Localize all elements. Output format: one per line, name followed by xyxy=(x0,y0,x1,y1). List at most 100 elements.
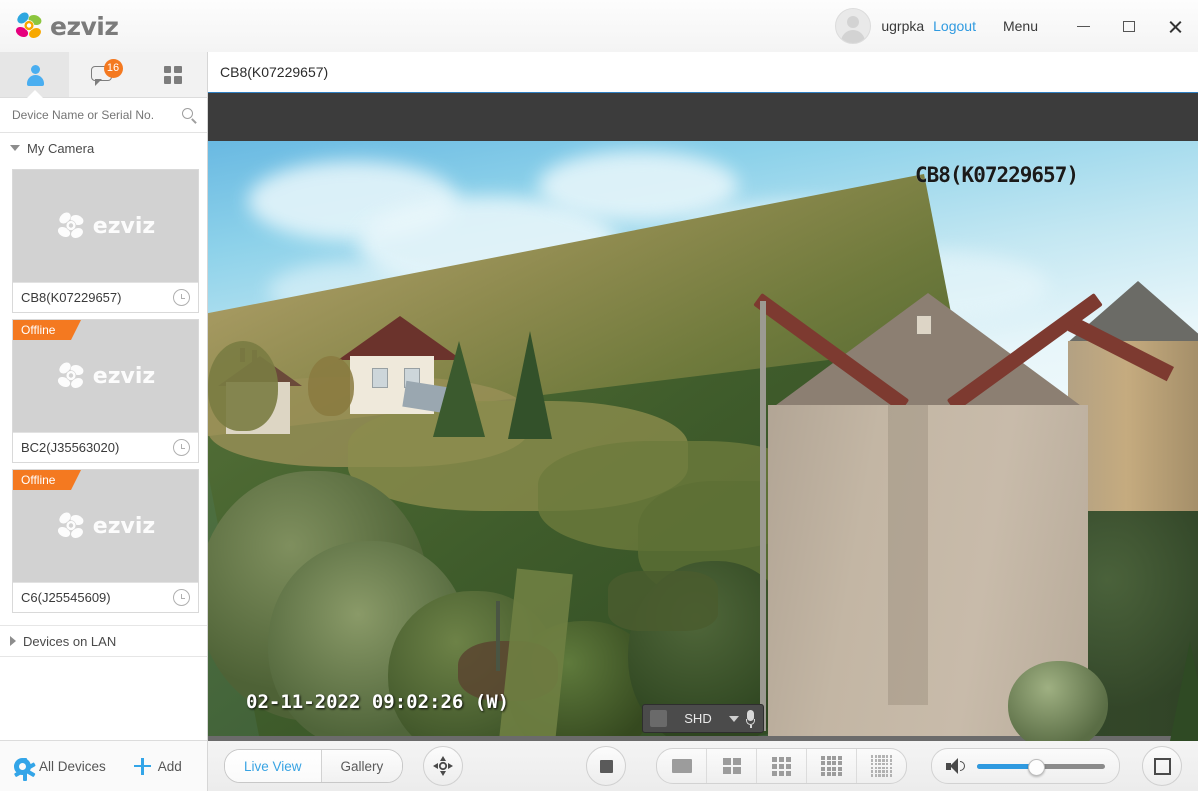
ezviz-watermark: ezviz xyxy=(56,511,155,541)
shrub-foreground-2 xyxy=(1168,641,1198,741)
device-search-row xyxy=(0,98,207,133)
camera-name-osd: CB8(K07229657) xyxy=(914,163,1079,187)
layout-4x4-button[interactable] xyxy=(806,749,856,783)
sidebar-tab-apps[interactable] xyxy=(138,52,207,97)
search-input[interactable] xyxy=(10,107,182,123)
device-thumbnail: Offline ezviz xyxy=(13,470,198,582)
volume-fill xyxy=(977,763,1035,769)
ezviz-logo-icon xyxy=(56,211,90,241)
layout-3x3-icon xyxy=(772,756,791,776)
ptz-pad-icon xyxy=(432,755,454,777)
status-badge: Offline xyxy=(13,320,83,340)
volume-knob[interactable] xyxy=(1027,758,1045,776)
layout-1x1-button[interactable] xyxy=(657,749,706,783)
history-clock-icon[interactable] xyxy=(173,439,190,456)
device-label-row: C6(J25545609) xyxy=(13,582,198,612)
device-label-row: CB8(K07229657) xyxy=(13,282,198,312)
avatar[interactable] xyxy=(835,8,872,44)
layout-selector xyxy=(656,748,907,784)
layout-2x2-icon xyxy=(722,758,741,774)
grid-apps-icon xyxy=(163,65,182,84)
conifer-tree-1 xyxy=(433,341,485,437)
video-stage[interactable]: CB8(K07229657) 02-11-2022 09:02:26 (W) S… xyxy=(208,93,1198,741)
add-device-button[interactable]: Add xyxy=(133,757,182,775)
ezviz-watermark: ezviz xyxy=(56,211,155,241)
group-label: My Camera xyxy=(27,140,95,156)
add-label: Add xyxy=(157,758,182,774)
fullscreen-icon xyxy=(1153,757,1171,775)
tree-mid xyxy=(308,356,354,416)
layout-2x2-button[interactable] xyxy=(706,749,756,783)
garden-pole xyxy=(496,601,500,671)
garden-bed xyxy=(608,571,718,631)
microphone-icon[interactable] xyxy=(745,710,756,728)
timestamp-osd: 02-11-2022 09:02:26 (W) xyxy=(246,691,510,713)
ezviz-watermark: ezviz xyxy=(56,361,155,391)
all-devices-label: All Devices xyxy=(39,758,106,774)
app-logo: ezviz xyxy=(14,11,119,41)
sidebar-tab-messages[interactable]: 16 xyxy=(69,52,138,97)
ptz-control-button[interactable] xyxy=(423,746,464,786)
live-video-feed[interactable]: CB8(K07229657) 02-11-2022 09:02:26 (W) xyxy=(208,141,1198,741)
ezviz-studio-window: ezviz ugrpka Logout Menu 16 Device Name … xyxy=(0,0,1198,791)
chevron-down-icon[interactable] xyxy=(729,715,739,722)
device-label-row: BC2(J35563020) xyxy=(13,432,198,462)
volume-slider[interactable] xyxy=(977,758,1105,776)
layout-6x6-button[interactable] xyxy=(856,749,906,783)
minimize-button[interactable] xyxy=(1060,0,1106,52)
group-my-camera[interactable]: My Camera xyxy=(0,133,207,163)
history-clock-icon[interactable] xyxy=(173,589,190,606)
logout-link[interactable]: Logout xyxy=(933,18,976,34)
main-area: CB8(K07229657) CB8(K07229657) 02-11-2022… xyxy=(208,52,1198,791)
device-thumbnail: Offline ezviz xyxy=(13,320,198,432)
downpipe xyxy=(760,301,766,731)
shrub-foreground-1 xyxy=(1008,661,1108,741)
device-name: BC2(J35563020) xyxy=(21,440,120,455)
group-label: Devices on LAN xyxy=(23,633,117,649)
brand-text: ezviz xyxy=(50,11,119,41)
layout-3x3-button[interactable] xyxy=(756,749,806,783)
layout-4x4-icon xyxy=(821,755,842,777)
sidebar-tabs: 16 xyxy=(0,52,207,98)
tab-gallery[interactable]: Gallery xyxy=(320,750,403,782)
sidebar-tab-devices[interactable] xyxy=(0,52,69,98)
title-bar-right: ugrpka Logout Menu xyxy=(835,0,1198,52)
device-card-cb8[interactable]: ezviz CB8(K07229657) xyxy=(12,169,199,313)
search-icon[interactable] xyxy=(182,107,197,123)
stop-stream-button[interactable] xyxy=(586,746,626,786)
fullscreen-button[interactable] xyxy=(1142,746,1182,786)
tree-left xyxy=(208,341,278,431)
video-osd-controls: SHD xyxy=(642,704,764,733)
tab-cb8[interactable]: CB8(K07229657) xyxy=(208,64,340,80)
sidebar: 16 My Camera xyxy=(0,52,208,791)
watermark-text: ezviz xyxy=(92,363,156,389)
device-list: My Camera ezviz CB8(K07229657) Offline e… xyxy=(0,133,207,740)
ezviz-logo-icon xyxy=(14,11,48,41)
all-devices-button[interactable]: All Devices xyxy=(13,757,106,781)
close-button[interactable] xyxy=(1152,0,1198,52)
letterbox-top xyxy=(208,93,1198,141)
group-devices-on-lan[interactable]: Devices on LAN xyxy=(0,625,207,657)
menu-button[interactable]: Menu xyxy=(1003,18,1038,34)
history-clock-icon[interactable] xyxy=(173,289,190,306)
sidebar-footer: All Devices Add xyxy=(0,740,207,791)
device-name: CB8(K07229657) xyxy=(21,290,122,305)
close-icon xyxy=(1168,19,1183,34)
status-badge: Offline xyxy=(13,470,83,490)
speaker-icon[interactable] xyxy=(946,758,965,774)
device-thumbnail: ezviz xyxy=(13,170,198,282)
device-card-c6[interactable]: Offline ezviz C6(J25545609) xyxy=(12,469,199,613)
maximize-icon xyxy=(1123,20,1135,32)
username-label: ugrpka xyxy=(881,18,925,34)
stop-icon[interactable] xyxy=(650,710,667,727)
gear-icon xyxy=(13,757,36,781)
quality-label[interactable]: SHD xyxy=(667,711,729,726)
chat-bubble-icon: 16 xyxy=(90,58,123,86)
device-card-bc2[interactable]: Offline ezviz BC2(J35563020) xyxy=(12,319,199,463)
maximize-button[interactable] xyxy=(1106,0,1152,52)
chevron-right-icon xyxy=(10,636,16,646)
volume-control xyxy=(931,748,1120,784)
chevron-down-icon xyxy=(10,145,20,151)
ezviz-logo-icon xyxy=(56,361,90,391)
tab-live-view[interactable]: Live View xyxy=(225,750,321,782)
